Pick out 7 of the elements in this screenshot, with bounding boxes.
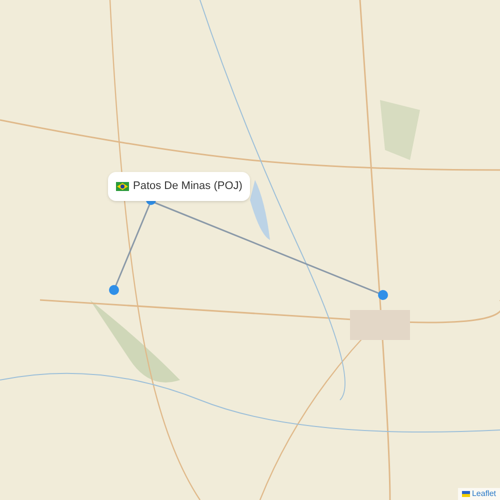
map-marker[interactable] (109, 285, 119, 295)
flag-icon (116, 182, 129, 191)
flag-icon (462, 491, 470, 497)
leaflet-link[interactable]: Leaflet (472, 488, 496, 500)
map-marker[interactable] (378, 290, 388, 300)
map-view[interactable]: Patos De Minas (POJ) Leaflet (0, 0, 500, 500)
popup-label: Patos De Minas (POJ) (133, 179, 242, 194)
